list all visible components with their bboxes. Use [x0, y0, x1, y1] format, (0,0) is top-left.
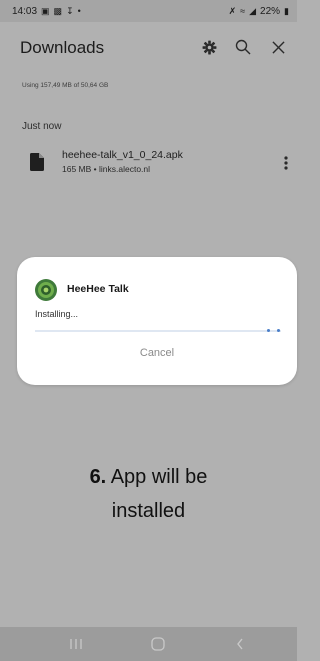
page-title: Downloads [20, 38, 105, 57]
back-button[interactable] [222, 627, 258, 661]
close-button[interactable] [268, 37, 288, 57]
caption-text-2: installed [111, 500, 186, 522]
close-icon [271, 40, 285, 54]
step-number: 6. [89, 466, 107, 488]
message-icon: ▩ [53, 5, 63, 16]
file-name: heehee-talk_v1_0_24.apk [62, 149, 183, 161]
navigation-bar [0, 627, 297, 661]
download-file-row[interactable]: heehee-talk_v1_0_24.apk 165 MB • links.a… [0, 143, 297, 185]
instruction-caption: 6. App will be installed [0, 460, 297, 528]
mute-icon: ✗ [228, 5, 237, 16]
status-right: ✗ ≈ ◢ 22% ▮ [229, 6, 289, 17]
caption-line-1: 6. App will be [0, 460, 297, 494]
caption-text-1: App will be [110, 466, 208, 488]
home-icon [151, 637, 165, 651]
settings-button[interactable] [199, 37, 219, 57]
cancel-button[interactable]: Cancel [17, 347, 297, 359]
install-status: Installing... [35, 309, 79, 319]
download-icon: ↧ [66, 5, 74, 16]
dot-icon: • [77, 5, 81, 16]
gear-icon [202, 40, 216, 54]
notification-icon: ▣ [41, 5, 50, 16]
search-button[interactable] [233, 37, 253, 57]
signal-icon: ◢ [249, 5, 257, 16]
progress-indicator-dot [277, 329, 280, 332]
install-dialog: HeeHee Talk Installing... Cancel [17, 257, 297, 385]
app-bar: Downloads [0, 28, 297, 68]
more-options-icon[interactable] [281, 153, 291, 173]
status-time: 14:03 [12, 5, 38, 17]
wifi-icon: ≈ [240, 5, 246, 16]
progress-indicator-dot [267, 329, 270, 332]
recent-apps-icon [70, 639, 82, 649]
storage-usage-text: Using 157,49 MB of 50,64 GB [22, 82, 109, 89]
file-icon [30, 153, 44, 171]
back-icon [237, 638, 243, 650]
progress-bar [35, 329, 281, 332]
file-meta: 165 MB • links.alecto.nl [62, 164, 151, 174]
status-left: 14:03 ▣ ▩ ↧ • [12, 6, 81, 17]
battery-icon: ▮ [284, 5, 289, 16]
status-bar: 14:03 ▣ ▩ ↧ • ✗ ≈ ◢ 22% ▮ [0, 0, 297, 22]
app-name: HeeHee Talk [67, 283, 129, 295]
recent-apps-button[interactable] [58, 627, 94, 661]
search-icon [235, 39, 251, 55]
app-icon [35, 279, 57, 301]
battery-percentage: 22% [260, 5, 281, 17]
section-header: Just now [22, 121, 62, 132]
home-button[interactable] [140, 627, 176, 661]
